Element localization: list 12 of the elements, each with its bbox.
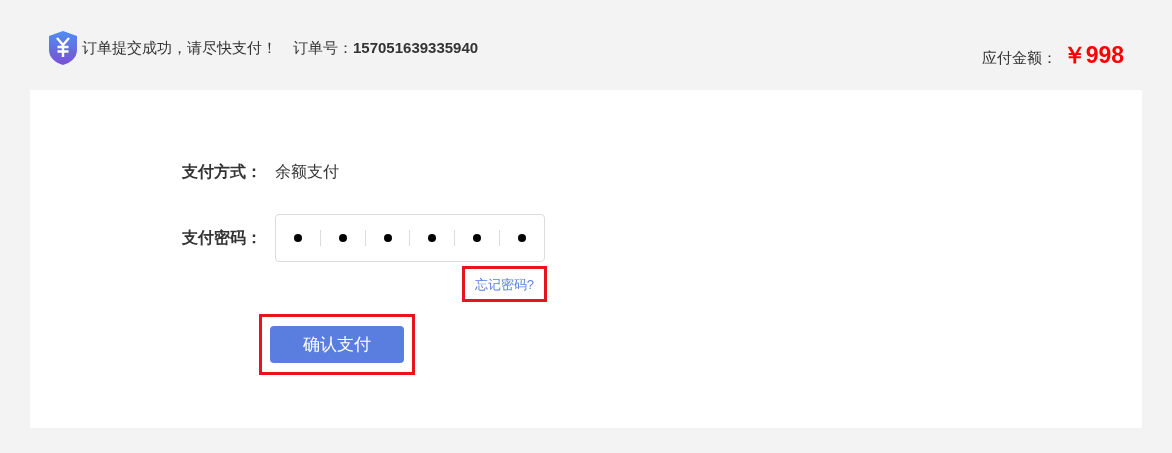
amount-due: ￥998 <box>1062 40 1124 70</box>
success-message: 订单提交成功，请尽快支付！ <box>82 37 277 58</box>
password-field[interactable] <box>275 214 545 262</box>
amount-label: 应付金额： <box>981 47 1057 68</box>
shield-yuan-icon <box>48 30 78 66</box>
order-number-label: 订单号： <box>293 37 353 58</box>
forgot-password-link[interactable]: 忘记密码? <box>474 277 534 292</box>
payment-method-value: 余额支付 <box>275 162 339 182</box>
confirm-payment-button[interactable]: 确认支付 <box>270 326 404 363</box>
payment-method-label: 支付方式： <box>181 162 262 182</box>
order-number: 157051639335940 <box>353 37 479 58</box>
password-label: 支付密码： <box>181 228 262 248</box>
